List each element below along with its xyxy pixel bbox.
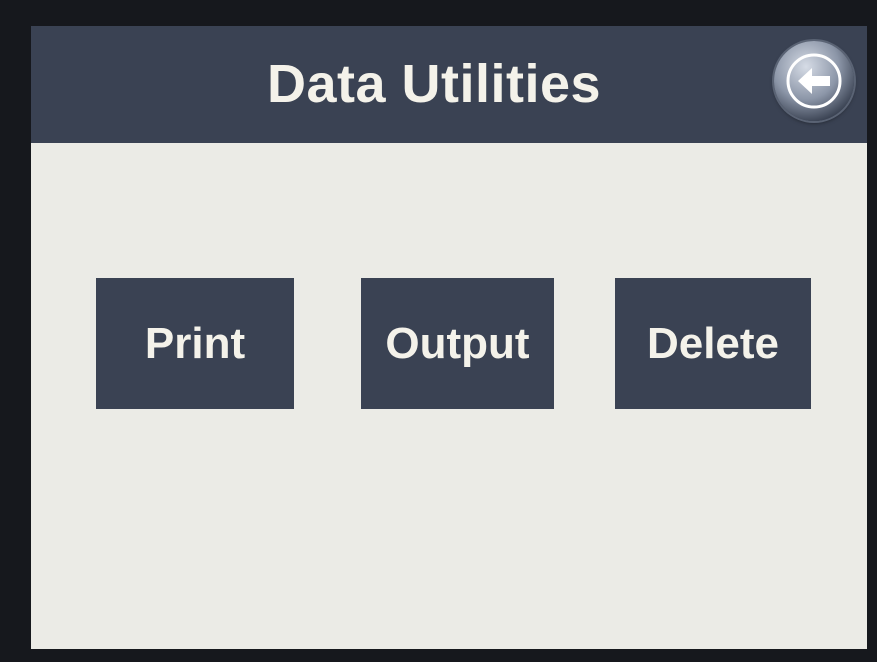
delete-button-label: Delete xyxy=(646,318,780,368)
device-bezel: Data Utilities Print Output Delete xyxy=(0,0,877,662)
print-button[interactable]: Print xyxy=(96,278,294,409)
output-button[interactable]: Output xyxy=(361,278,554,409)
delete-button[interactable]: Delete xyxy=(615,278,811,409)
page-title: Data Utilities xyxy=(266,54,602,114)
screen: Data Utilities Print Output Delete xyxy=(31,26,867,649)
arrow-left-icon xyxy=(786,53,842,109)
output-button-label: Output xyxy=(385,318,530,368)
back-button[interactable] xyxy=(774,41,854,121)
print-button-label: Print xyxy=(144,318,246,368)
header-bar: Data Utilities xyxy=(31,26,867,143)
